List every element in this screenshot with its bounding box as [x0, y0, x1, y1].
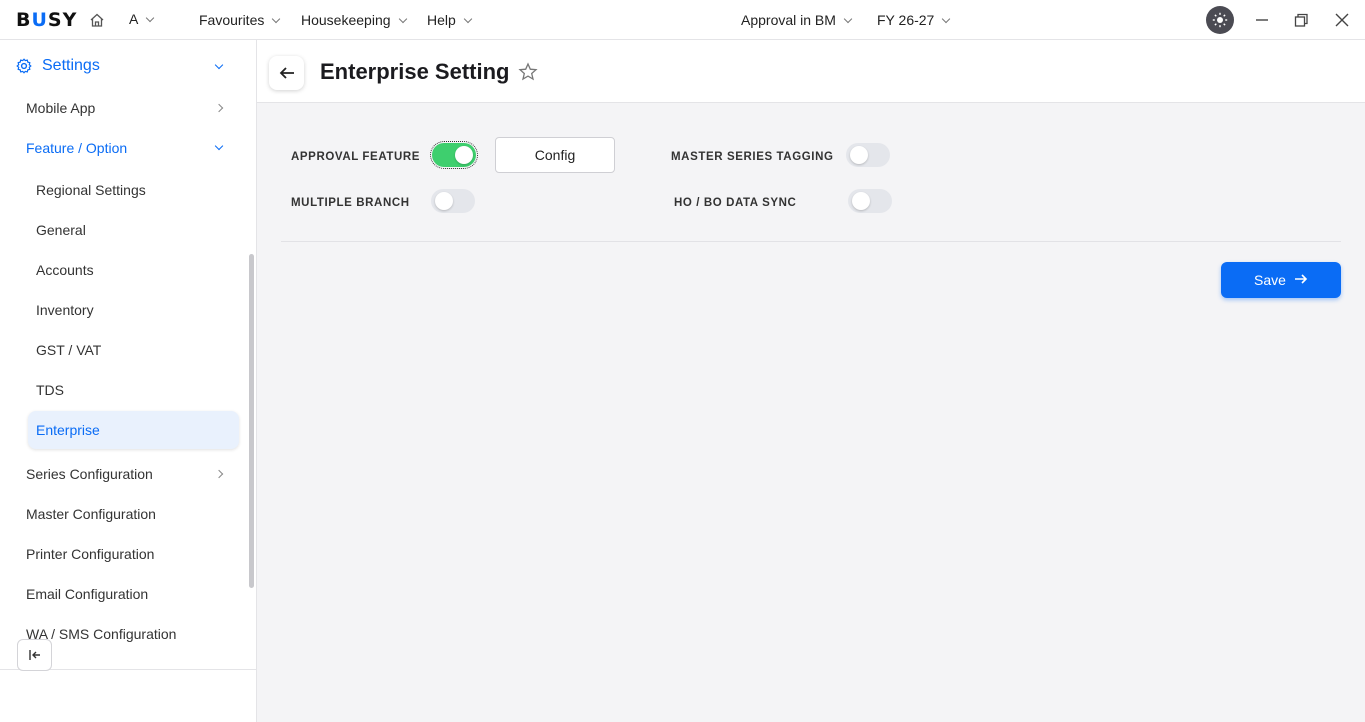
master-series-tagging-label: MASTER SERIES TAGGING [671, 151, 834, 163]
main-content: Enterprise Setting APPROVAL FEATURE Conf… [257, 40, 1365, 722]
chevron-down-icon [843, 14, 853, 24]
busy-logo: BUSY [16, 9, 78, 31]
ho-bo-data-sync-label: HO / BO DATA SYNC [674, 197, 797, 209]
sidebar-item-general[interactable]: General [36, 222, 86, 238]
company-name-label: Approval in BM [741, 12, 836, 28]
top-bar: BUSY A Favourites Housekeeping Help Appr… [0, 0, 1365, 40]
sidebar-header-label: Settings [42, 57, 100, 74]
approval-feature-label: APPROVAL FEATURE [291, 151, 421, 163]
collapse-left-icon [28, 650, 40, 660]
sidebar-item-mobile-app[interactable]: Mobile App [26, 100, 95, 116]
section-divider [281, 241, 1341, 242]
chevron-down-icon [214, 141, 224, 151]
chevron-down-icon [942, 14, 951, 24]
back-button[interactable] [269, 56, 304, 90]
company-name-selector[interactable]: Approval in BM [741, 12, 853, 28]
multiple-branch-label: MULTIPLE BRANCH [291, 197, 410, 209]
company-label: A [129, 11, 139, 27]
sidebar-item-regional-settings[interactable]: Regional Settings [36, 182, 146, 198]
chevron-down-icon [214, 60, 224, 70]
arrow-right-icon [1294, 272, 1308, 289]
collapse-sidebar-button[interactable] [17, 639, 52, 671]
menu-housekeeping-label: Housekeeping [301, 12, 391, 28]
page-title: Enterprise Setting [320, 59, 510, 84]
financial-year-label: FY 26-27 [877, 12, 935, 28]
page-header: Enterprise Setting [257, 40, 1365, 103]
close-icon[interactable] [1332, 10, 1352, 30]
sun-icon [1212, 12, 1228, 28]
master-series-tagging-toggle[interactable] [846, 143, 890, 167]
gear-icon [16, 58, 32, 74]
sidebar-item-accounts[interactable]: Accounts [36, 262, 94, 278]
sidebar-item-gst-vat[interactable]: GST / VAT [36, 342, 101, 358]
multiple-branch-toggle[interactable] [431, 189, 475, 213]
chevron-right-icon [214, 469, 224, 479]
sidebar-item-email-configuration[interactable]: Email Configuration [26, 586, 148, 602]
save-button-label: Save [1254, 272, 1286, 288]
config-button[interactable]: Config [495, 137, 615, 173]
sidebar-item-inventory[interactable]: Inventory [36, 302, 94, 318]
chevron-right-icon [214, 103, 224, 113]
approval-feature-toggle[interactable] [430, 141, 478, 169]
menu-help-label: Help [427, 12, 456, 28]
financial-year-selector[interactable]: FY 26-27 [877, 12, 951, 28]
chevron-down-icon [146, 13, 155, 23]
menu-favourites[interactable]: Favourites [199, 12, 281, 28]
sidebar-header-settings[interactable]: Settings [16, 57, 100, 75]
restore-icon[interactable] [1291, 10, 1311, 30]
company-selector[interactable]: A [129, 11, 155, 27]
minimize-icon[interactable] [1252, 10, 1272, 30]
arrow-left-icon [279, 67, 294, 79]
ho-bo-data-sync-toggle[interactable] [848, 189, 892, 213]
sidebar-item-printer-configuration[interactable]: Printer Configuration [26, 546, 154, 562]
chevron-down-icon [398, 14, 407, 24]
sidebar-footer [0, 669, 256, 722]
sidebar-item-tds[interactable]: TDS [36, 382, 64, 398]
chevron-down-icon [463, 14, 473, 24]
home-icon[interactable] [89, 12, 105, 28]
sidebar-item-feature-option[interactable]: Feature / Option [26, 140, 127, 156]
sidebar-item-series-configuration[interactable]: Series Configuration [26, 466, 153, 482]
star-icon[interactable] [518, 62, 538, 82]
chevron-down-icon [272, 14, 281, 24]
menu-housekeeping[interactable]: Housekeeping [301, 12, 407, 28]
menu-favourites-label: Favourites [199, 12, 265, 28]
toggle-knob [852, 192, 870, 210]
toggle-knob [435, 192, 453, 210]
menu-help[interactable]: Help [427, 12, 473, 28]
sidebar-scrollbar[interactable] [249, 254, 254, 588]
toggle-knob [455, 146, 473, 164]
sidebar-item-enterprise[interactable]: Enterprise [36, 422, 100, 438]
sidebar: Settings Mobile App Feature / Option Reg… [0, 40, 257, 722]
theme-toggle-button[interactable] [1206, 6, 1234, 34]
save-button[interactable]: Save [1221, 262, 1341, 298]
sidebar-item-master-configuration[interactable]: Master Configuration [26, 506, 156, 522]
toggle-knob [850, 146, 868, 164]
